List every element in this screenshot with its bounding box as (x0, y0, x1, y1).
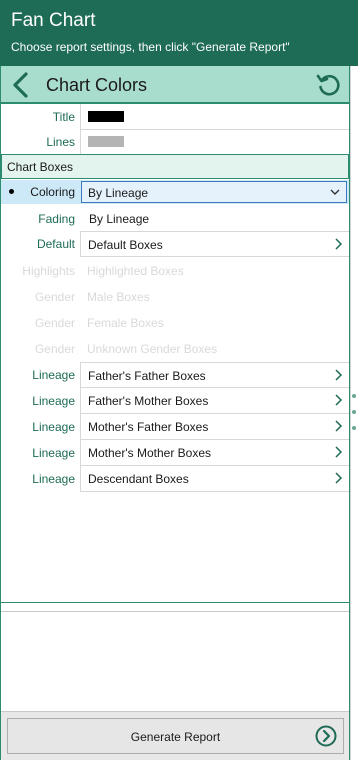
fathers-mother-boxes-value[interactable]: Father's Mother Boxes (80, 388, 349, 414)
chart-colors-bar: Chart Colors (1, 66, 349, 104)
lineage-row[interactable]: Lineage Mother's Father Boxes (1, 414, 349, 440)
chevron-down-icon (330, 189, 340, 195)
mothers-mother-boxes-text: Mother's Mother Boxes (88, 446, 212, 460)
lineage-label: Lineage (32, 472, 75, 486)
chevron-right-icon (335, 238, 343, 250)
mothers-father-boxes-text: Mother's Father Boxes (88, 420, 209, 434)
female-boxes-text: Female Boxes (87, 316, 164, 330)
coloring-select[interactable]: By Lineage (81, 181, 347, 203)
gender-male-row: Gender Male Boxes (1, 284, 349, 310)
title-color-row[interactable]: Title (1, 104, 349, 130)
lines-color-row[interactable]: Lines (1, 129, 349, 155)
lineage-row[interactable]: Lineage Mother's Mother Boxes (1, 440, 349, 466)
fading-row[interactable]: Fading By Lineage (1, 206, 349, 232)
chevron-right-icon (335, 420, 343, 432)
back-button[interactable] (9, 71, 33, 99)
gender-label: Gender (34, 316, 75, 330)
descendant-boxes-value[interactable]: Descendant Boxes (80, 466, 349, 492)
male-boxes-text: Male Boxes (87, 290, 150, 304)
mothers-mother-boxes-value[interactable]: Mother's Mother Boxes (80, 440, 349, 466)
title-color-swatch (88, 111, 124, 122)
panel-divider (1, 602, 349, 603)
chevron-right-icon (335, 446, 343, 458)
panel-title: Chart Colors (46, 75, 148, 95)
panel-divider (1, 611, 349, 612)
resize-grip-dot (352, 426, 356, 430)
resize-grip-dot (352, 410, 356, 414)
default-boxes-value[interactable]: Default Boxes (80, 231, 349, 257)
default-label: Default (36, 237, 75, 251)
lineage-label: Lineage (32, 420, 75, 434)
female-boxes-value: Female Boxes (80, 310, 349, 336)
fathers-father-boxes-value[interactable]: Father's Father Boxes (80, 362, 349, 388)
fading-value-text: By Lineage (89, 212, 150, 226)
lineage-row[interactable]: Lineage Father's Mother Boxes (1, 388, 349, 414)
title-color-value[interactable] (80, 104, 349, 130)
gender-female-row: Gender Female Boxes (1, 310, 349, 336)
chevron-right-icon (335, 472, 343, 484)
arrow-circle-right-icon (315, 725, 337, 747)
chart-boxes-section: Chart Boxes (1, 154, 349, 179)
lines-color-swatch (88, 136, 124, 147)
chevron-left-icon (13, 72, 28, 98)
highlights-label: Highlights (22, 264, 75, 278)
descendant-boxes-text: Descendant Boxes (88, 472, 189, 486)
coloring-value: By Lineage (88, 186, 149, 200)
male-boxes-value: Male Boxes (80, 284, 349, 310)
fathers-mother-boxes-text: Father's Mother Boxes (88, 394, 209, 408)
resize-grip-dot (352, 394, 356, 398)
lines-color-value[interactable] (80, 129, 349, 155)
gender-label: Gender (34, 290, 75, 304)
highlights-text: Highlighted Boxes (87, 264, 184, 278)
highlights-row: Highlights Highlighted Boxes (1, 258, 349, 284)
gender-unknown-row: Gender Unknown Gender Boxes (1, 336, 349, 362)
chevron-right-icon (335, 394, 343, 406)
default-boxes-row[interactable]: Default Default Boxes (1, 231, 349, 257)
unknown-gender-boxes-text: Unknown Gender Boxes (87, 342, 218, 356)
fading-label: Fading (38, 212, 75, 226)
footer: Generate Report (1, 712, 349, 760)
lineage-row[interactable]: Lineage Father's Father Boxes (1, 362, 349, 388)
chevron-right-icon (335, 369, 343, 381)
coloring-label: Coloring (30, 185, 75, 199)
window-subtitle: Choose report settings, then click "Gene… (11, 40, 290, 54)
lineage-row[interactable]: Lineage Descendant Boxes (1, 466, 349, 492)
generate-report-button[interactable]: Generate Report (7, 718, 344, 754)
lineage-label: Lineage (32, 368, 75, 382)
lineage-label: Lineage (32, 446, 75, 460)
selected-bullet-icon (9, 189, 14, 194)
section-title: Chart Boxes (7, 160, 74, 174)
gender-label: Gender (34, 342, 75, 356)
reset-icon (316, 74, 340, 96)
lineage-label: Lineage (32, 394, 75, 408)
lines-color-label: Lines (46, 135, 75, 149)
default-boxes-text: Default Boxes (88, 238, 163, 252)
title-color-label: Title (52, 110, 75, 124)
reset-button[interactable] (315, 72, 343, 98)
window-title: Fan Chart (11, 10, 96, 31)
unknown-gender-boxes-value: Unknown Gender Boxes (80, 336, 349, 362)
fading-value[interactable]: By Lineage (80, 206, 349, 232)
generate-report-label: Generate Report (130, 730, 221, 744)
mothers-father-boxes-value[interactable]: Mother's Father Boxes (80, 414, 349, 440)
window-header: Fan Chart Choose report settings, then c… (0, 0, 358, 66)
fathers-father-boxes-text: Father's Father Boxes (88, 369, 206, 383)
coloring-row[interactable]: Coloring By Lineage (1, 180, 349, 204)
highlights-value: Highlighted Boxes (80, 258, 349, 284)
